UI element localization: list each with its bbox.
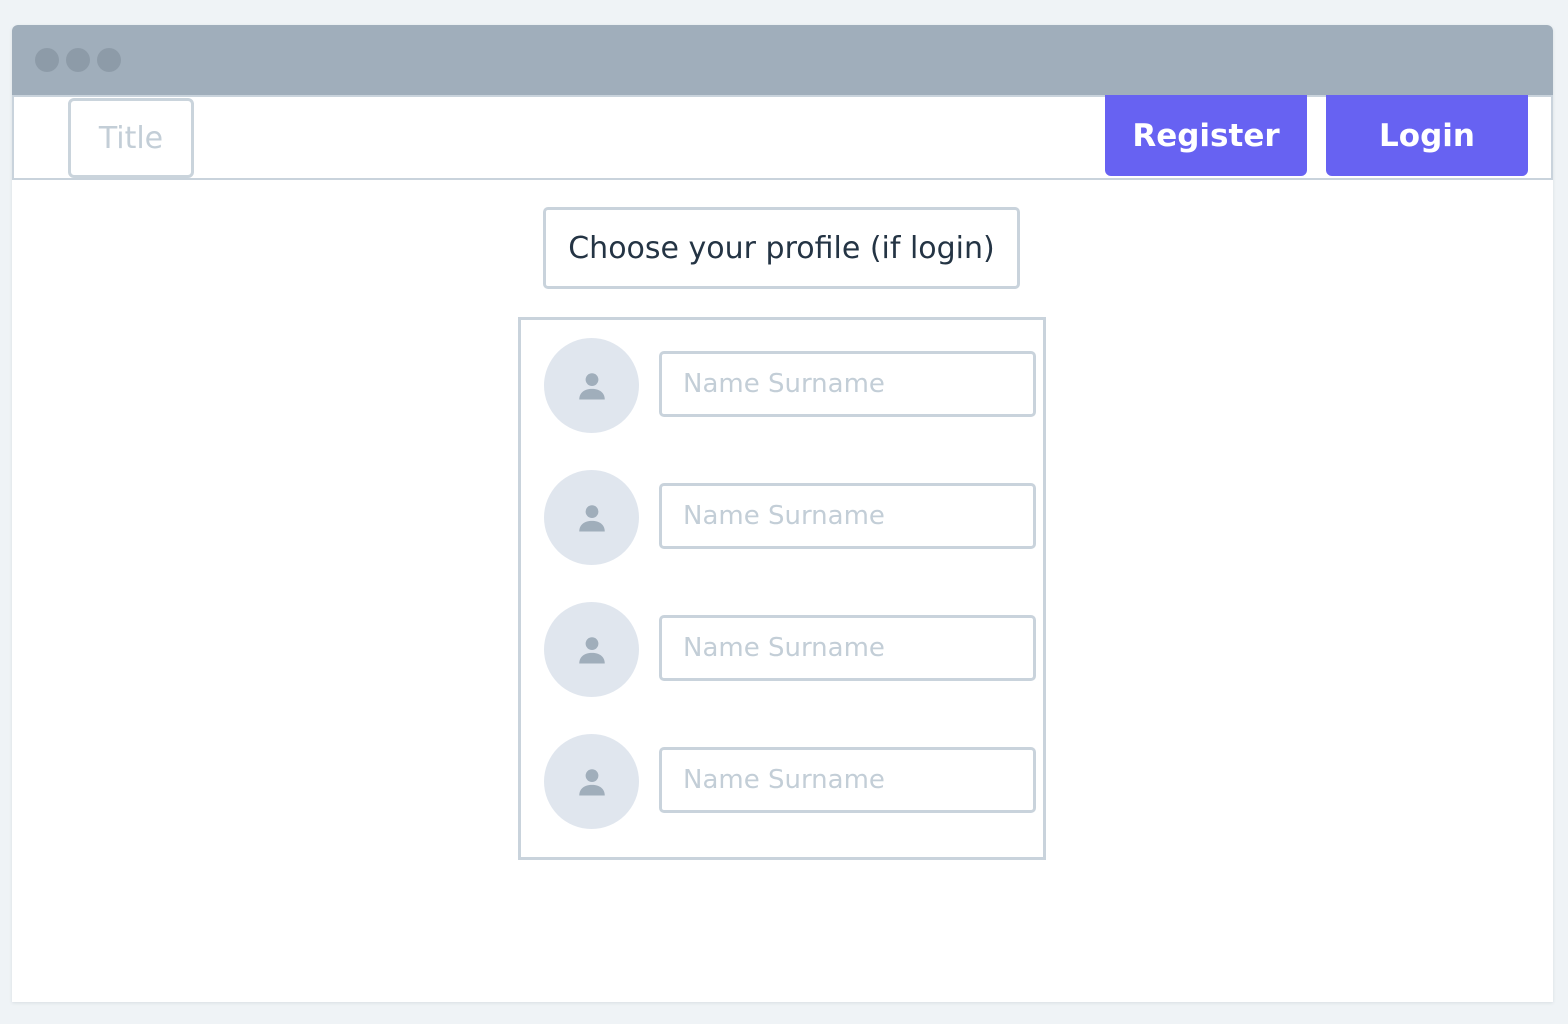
avatar[interactable] — [544, 470, 639, 565]
browser-window: Title Register Login Choose your profile… — [12, 25, 1553, 1002]
avatar[interactable] — [544, 734, 639, 829]
login-button[interactable]: Login — [1326, 95, 1528, 176]
profile-item-1[interactable] — [521, 338, 1043, 434]
site-title[interactable]: Title — [68, 98, 194, 178]
profile-name-input[interactable] — [659, 351, 1036, 417]
register-button[interactable]: Register — [1105, 95, 1307, 176]
profile-name-input[interactable] — [659, 615, 1036, 681]
user-icon — [578, 372, 605, 399]
window-maximize-dot[interactable] — [97, 48, 121, 72]
profile-item-3[interactable] — [521, 602, 1043, 698]
window-close-dot[interactable] — [35, 48, 59, 72]
user-icon — [578, 636, 605, 663]
profile-name-input[interactable] — [659, 747, 1036, 813]
user-icon — [578, 504, 605, 531]
window-minimize-dot[interactable] — [66, 48, 90, 72]
profile-name-input[interactable] — [659, 483, 1036, 549]
avatar[interactable] — [544, 338, 639, 433]
window-titlebar — [12, 25, 1553, 95]
profile-item-2[interactable] — [521, 470, 1043, 566]
top-navbar: Title Register Login — [12, 95, 1553, 180]
profile-item-4[interactable] — [521, 734, 1043, 830]
profile-list — [518, 317, 1046, 860]
page-heading: Choose your profile (if login) — [543, 207, 1020, 289]
user-icon — [578, 768, 605, 795]
avatar[interactable] — [544, 602, 639, 697]
